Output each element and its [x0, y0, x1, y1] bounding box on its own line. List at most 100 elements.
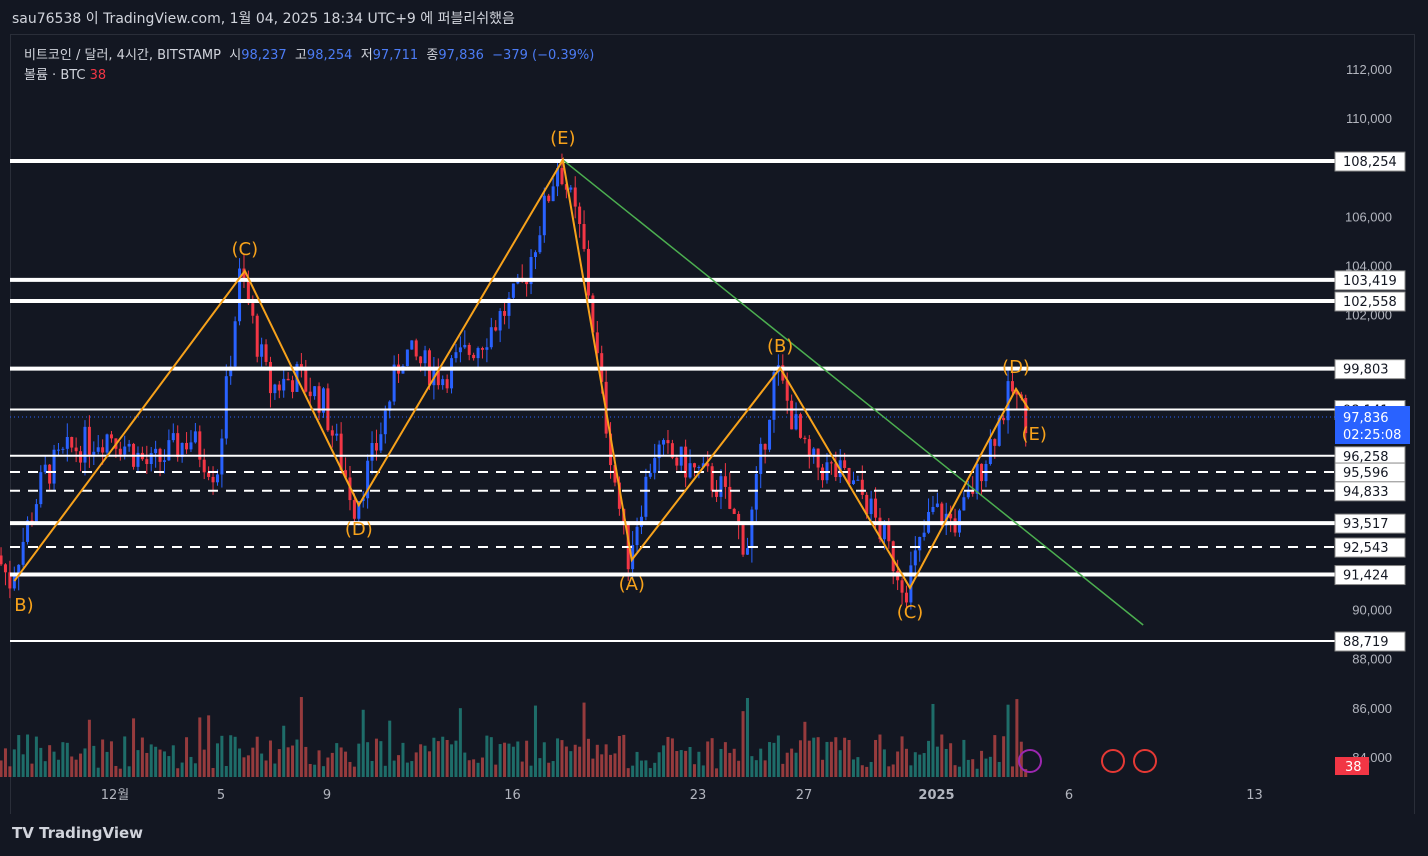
candle-body: [1010, 381, 1014, 392]
open-value: 98,237: [241, 48, 287, 63]
volume-bar: [595, 744, 599, 777]
volume-bar: [472, 759, 476, 777]
pattern-label: (A): [619, 574, 645, 595]
volume-bar: [246, 755, 250, 777]
candle-body: [750, 509, 754, 549]
candle-body: [754, 474, 758, 510]
candle-body: [48, 464, 52, 484]
volume-label[interactable]: 볼륨 · BTC: [24, 68, 86, 83]
volume-bar: [432, 737, 436, 777]
volume-bar: [260, 753, 264, 777]
volume-bar: [834, 737, 838, 777]
symbol-name[interactable]: 비트코인 / 달러, 4시간, BITSTAMP: [24, 48, 221, 63]
volume-bar: [821, 759, 825, 777]
volume-bar: [966, 759, 970, 777]
candle-body: [573, 187, 577, 207]
x-tick-label: 27: [796, 788, 813, 803]
candle-body: [692, 463, 696, 468]
volume-bar: [30, 763, 34, 777]
x-tick-label: 23: [690, 788, 707, 803]
volume-bar: [185, 737, 189, 777]
volume-bar: [728, 752, 732, 777]
candle-body: [578, 206, 582, 225]
volume-bar: [34, 736, 38, 777]
volume-bar: [807, 740, 811, 777]
candle-body: [476, 348, 480, 359]
volume-bar: [238, 748, 242, 777]
level-price-label: 92,543: [1343, 541, 1389, 556]
candle-body: [715, 491, 719, 497]
volume-bar: [304, 746, 308, 777]
volume-bar: [750, 756, 754, 777]
volume-bar: [542, 742, 546, 777]
x-tick-label: 6: [1065, 788, 1073, 803]
volume-bar: [547, 762, 551, 777]
level-price-label: 91,424: [1343, 569, 1389, 584]
volume-bar: [12, 749, 16, 777]
volume-bar: [498, 744, 502, 777]
candle-body: [542, 195, 546, 236]
volume-bar: [825, 741, 829, 777]
volume-bar: [759, 748, 763, 777]
volume-bar: [158, 749, 162, 777]
brand-text: TradingView: [39, 824, 143, 842]
volume-bar: [96, 767, 100, 777]
volume-bar: [737, 760, 741, 777]
volume-bar: [423, 745, 427, 777]
volume-bar: [613, 753, 617, 777]
volume-bar: [123, 736, 127, 777]
candle-body: [648, 472, 652, 477]
volume-bar: [3, 748, 7, 777]
candle-body: [189, 442, 193, 450]
countdown-label: 02:25:08: [1343, 428, 1401, 443]
volume-bar: [909, 765, 913, 777]
candle-body: [87, 426, 91, 455]
volume-bar: [798, 740, 802, 777]
low-label: 저: [360, 48, 373, 63]
volume-bar: [233, 736, 237, 777]
volume-bar: [701, 765, 705, 777]
candle-body: [304, 369, 308, 392]
volume-bar: [622, 734, 626, 777]
candle-body: [653, 458, 657, 473]
candle-body: [61, 448, 65, 450]
volume-bar: [374, 738, 378, 777]
volume-bar: [639, 760, 643, 777]
volume-bar: [993, 735, 997, 777]
candle-body: [851, 480, 855, 485]
volume-bar: [768, 742, 772, 777]
price-chart[interactable]: 84,00086,00088,00090,000102,000104,00010…: [0, 0, 1428, 856]
volume-bar: [962, 739, 966, 777]
volume-bar: [92, 745, 96, 777]
volume-bar: [118, 768, 122, 777]
volume-bar: [891, 764, 895, 777]
volume-bar: [335, 743, 339, 777]
volume-bar: [264, 760, 268, 777]
high-value: 98,254: [306, 48, 353, 63]
tradingview-logo[interactable]: 𝗧𝗩 TradingView: [12, 824, 143, 842]
volume-bar: [578, 746, 582, 777]
volume-bar: [869, 761, 873, 777]
volume-bar: [361, 709, 365, 777]
candle-body: [96, 447, 100, 452]
volume-bar: [688, 747, 692, 777]
candle-body: [887, 525, 891, 542]
open-label: 시: [229, 48, 242, 63]
volume-bar: [52, 751, 56, 777]
volume-bar: [74, 759, 78, 777]
volume-bar: [516, 741, 520, 777]
volume-bar: [887, 766, 891, 777]
candle-body: [414, 340, 418, 357]
candle-body: [405, 349, 409, 367]
volume-bar: [1015, 699, 1019, 777]
low-value: 97,711: [372, 48, 419, 63]
candle-body: [65, 437, 69, 449]
volume-bar: [896, 751, 900, 777]
candle-body: [202, 459, 206, 473]
pattern-label: (C): [232, 239, 259, 260]
volume-bar: [635, 751, 639, 777]
candle-body: [931, 506, 935, 512]
candle-body: [798, 414, 802, 438]
volume-bar: [533, 705, 537, 777]
volume-bar: [326, 757, 330, 777]
